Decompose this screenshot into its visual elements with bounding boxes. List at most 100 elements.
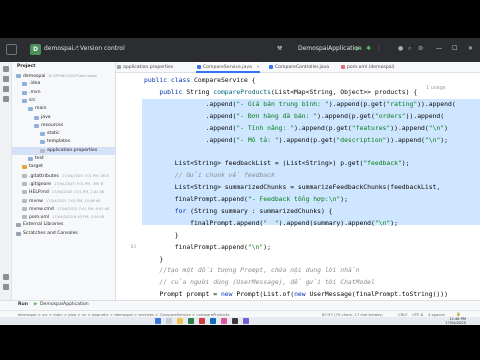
run-config-dropdown[interactable]: DemospaiApplication — [298, 45, 362, 52]
hammer-icon[interactable]: ⚒ — [277, 45, 282, 52]
code-editor[interactable]: 63 1 usage public class CompareService {… — [116, 73, 480, 300]
debug-icon[interactable]: ✱ — [366, 45, 371, 52]
tab-compare-controller[interactable]: CompareController.java — [268, 62, 329, 73]
code-line[interactable]: public String compareProducts(List<Map<S… — [144, 87, 417, 97]
code-token: ); — [340, 195, 348, 203]
code-line[interactable]: finalPrompt.append("- Feedback tổng hợp:… — [144, 194, 348, 204]
tree-item[interactable]: mvnw 17/04/2025 7:01 PM, 10.66 kB — [12, 197, 115, 205]
tree-item[interactable]: Scratches and Consoles — [12, 230, 115, 238]
tree-item[interactable]: HELP.md 17/04/2025 7:01 PM, 2.01 kB — [12, 188, 115, 196]
more-tool-icon[interactable] — [3, 96, 9, 102]
code-token: "- Mô tả: " — [236, 135, 279, 144]
tab-compare-service[interactable]: CompareService.java × — [196, 62, 261, 73]
tree-item[interactable]: src — [12, 97, 115, 105]
tree-item-meta: 17/04/2025 7:01 PM, 2.01 kB — [51, 190, 105, 195]
app-icon-purple[interactable] — [243, 318, 249, 324]
code-line[interactable]: } — [144, 230, 179, 240]
tree-item[interactable]: resources — [12, 122, 115, 130]
tree-item[interactable]: .mvn — [12, 89, 115, 97]
taskbar-search-icon[interactable] — [166, 318, 172, 324]
tree-item-name: application.properties — [47, 147, 98, 153]
code-line[interactable]: // Gửi chunk về feedback — [144, 170, 275, 180]
tree-item-name: target — [29, 164, 43, 170]
tree-item[interactable]: demospai D:\SPRING-BOOT\demospai — [12, 72, 115, 80]
tree-item-name: test — [35, 156, 44, 161]
edge-icon[interactable] — [210, 318, 216, 324]
tree-item-name: External Libraries — [23, 222, 64, 228]
structure-tool-icon[interactable] — [3, 86, 9, 92]
tree-item[interactable]: .gitattributes 17/04/2025 7:01 PM, 36 B — [12, 172, 115, 180]
tree-item[interactable]: target — [12, 163, 115, 171]
tab-close-icon[interactable]: × — [256, 65, 260, 70]
chrome-icon[interactable] — [188, 318, 194, 324]
tree-item-name: pom.xml — [29, 215, 50, 221]
code-line[interactable]: .append("- Tính năng: ").append(p.get("f… — [144, 123, 448, 133]
close-icon[interactable]: ✕ — [468, 45, 473, 52]
tree-item[interactable]: java — [12, 114, 115, 122]
project-name-dropdown[interactable]: demospai — [44, 45, 73, 52]
run-tab-label[interactable]: Run — [18, 302, 28, 307]
project-panel-title[interactable]: Project — [17, 64, 35, 69]
tree-item-name: .mvn — [29, 89, 41, 95]
code-line[interactable]: Prompt prompt = new Prompt(List.of(new U… — [144, 289, 448, 299]
code-line[interactable]: .append("- Giá bán trung bình: ").append… — [144, 99, 456, 109]
file-explorer-icon[interactable] — [177, 318, 183, 324]
user-icon[interactable]: ● — [398, 45, 403, 52]
minimize-icon[interactable]: — — [436, 45, 442, 52]
usage-hint[interactable]: 1 usage — [426, 85, 446, 91]
code-line[interactable]: public class CompareService { — [144, 75, 256, 85]
tree-item[interactable]: External Libraries — [12, 221, 115, 229]
folder-icon — [22, 82, 27, 87]
run-icon[interactable]: ▶ — [356, 45, 361, 52]
tree-item[interactable]: templates — [12, 138, 115, 146]
more-icon[interactable]: ⋮ — [376, 45, 382, 52]
intellij-icon[interactable] — [221, 318, 227, 324]
terminal-app-icon[interactable] — [232, 318, 238, 324]
code-token: // của người dùng (UserMessage), để gửi … — [144, 278, 375, 287]
app-icon-red[interactable] — [199, 318, 205, 324]
tab-pom-xml[interactable]: pom.xml (demospai) — [340, 62, 395, 73]
code-line[interactable]: .append("- Đơn hàng đã bán: ").append(p.… — [144, 111, 445, 121]
code-token: UserMessage(finalPrompt.toString())) — [309, 290, 448, 299]
code-token: // Gửi chunk về feedback — [144, 171, 275, 180]
tree-item[interactable]: test — [12, 155, 115, 163]
code-line[interactable]: finalPrompt.append(" ").append(summary).… — [144, 218, 398, 228]
code-line[interactable]: for (String summary : summarizedChunks) … — [144, 206, 333, 216]
folder-icon — [34, 123, 39, 128]
tab-application-properties[interactable]: application.properties — [116, 62, 173, 73]
tree-item[interactable]: .idea — [12, 80, 115, 88]
run-config-tab[interactable]: DemospaiApplication — [40, 302, 89, 307]
letterbox-bottom — [0, 325, 480, 360]
start-icon[interactable] — [155, 318, 161, 324]
tree-item[interactable]: .gitignore 17/04/2025 7:01 PM, 395 B — [12, 180, 115, 188]
code-line[interactable]: //tạo một đối tượng Prompt, chứa nội dun… — [144, 265, 359, 275]
code-line[interactable]: // của người dùng (UserMessage), để gửi … — [144, 277, 375, 287]
folder-icon — [34, 115, 39, 120]
search-icon[interactable]: ⌕ — [408, 45, 411, 53]
tree-item[interactable]: main — [12, 105, 115, 113]
menu-icon[interactable] — [6, 44, 17, 55]
terminal-tool-icon[interactable] — [3, 284, 9, 290]
tree-item-name: demospai — [23, 74, 46, 79]
tree-item[interactable]: mvnw.cmd 17/04/2025 7:01 PM, 6.91 kB — [12, 205, 115, 213]
code-token: ).append(p.get( — [328, 99, 387, 108]
folder-tool-icon[interactable] — [3, 66, 9, 72]
run-tool-icon[interactable] — [3, 274, 9, 280]
code-token: ); — [440, 135, 448, 144]
commit-tool-icon[interactable] — [3, 76, 9, 82]
code-line[interactable]: } — [144, 254, 163, 264]
version-control-dropdown[interactable]: Version control — [80, 45, 125, 52]
code-token: " " — [263, 218, 279, 227]
tree-item[interactable]: pom.xml 17/04/2025 8:43 PM, 3.94 kB — [12, 213, 115, 221]
maximize-icon[interactable]: ☐ — [452, 45, 457, 52]
tree-item[interactable]: static — [12, 130, 115, 138]
code-line[interactable]: finalPrompt.append("\n"); — [144, 242, 271, 252]
code-line[interactable]: List<String> summarizedChunks = summariz… — [144, 182, 441, 192]
tab-label: application.properties — [123, 65, 174, 70]
clock[interactable]: 12:46 PM 17/04/2025 — [445, 317, 466, 325]
code-line[interactable]: .append("- Mô tả: ").append(p.get("descr… — [144, 135, 448, 145]
tree-item[interactable]: application.properties — [12, 146, 115, 155]
code-line[interactable]: List<String> feedbackList = (List<String… — [144, 158, 410, 168]
folder-icon — [28, 107, 33, 112]
settings-icon[interactable]: ⚙ — [418, 45, 423, 52]
